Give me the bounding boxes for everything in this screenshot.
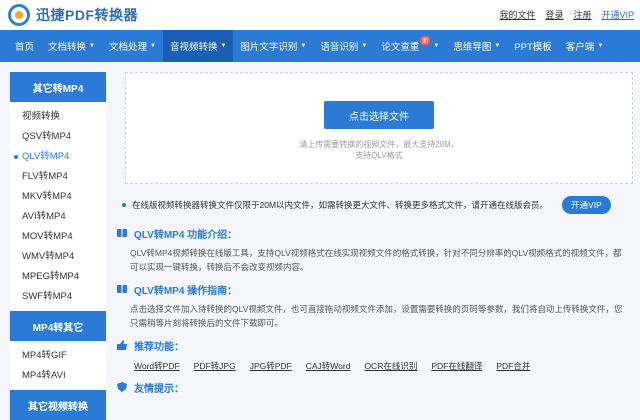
sidebar-item[interactable]: MP4转AVI: [10, 366, 106, 386]
brand-logo[interactable]: 迅捷PDF转换器: [8, 4, 138, 26]
intro-title: QLV转MP4 功能介绍：: [116, 224, 634, 242]
sidebar-item[interactable]: AVI转MP4: [10, 207, 106, 227]
main-content: 点击选择文件 请上传需要转换的视频文件，最大支持20M， 支持QLV格式 在线版…: [116, 72, 634, 396]
nav-image-ocr[interactable]: 图片文字识别 ▼: [233, 30, 313, 62]
rec-link[interactable]: OCR在线识别: [364, 360, 417, 372]
intro-text: QLV转MP4视频转换在线版工具，支持QLV视频格式在线实现视频文件的格式转换，…: [130, 248, 622, 272]
notice-text: 在线版视频转换器转换文件仅限于20M以内文件，如需转换更大文件、转换更多格式文件…: [132, 200, 549, 210]
thumbs-up-icon: [117, 340, 127, 350]
rec-link[interactable]: JPG转PDF: [250, 360, 292, 372]
upload-hint-line: 请上传需要转换的视频文件，最大支持20M，: [299, 140, 459, 149]
rec-link[interactable]: PDF转JPG: [194, 360, 236, 372]
sidebar-item[interactable]: WMV转MP4: [10, 247, 106, 267]
guide-title: QLV转MP4 操作指南：: [116, 280, 634, 298]
nav-mindmap[interactable]: 思维导图 ▼: [446, 30, 507, 62]
rec-link[interactable]: CAJ转Word: [306, 360, 351, 372]
nav-label: PPT模板: [514, 42, 552, 53]
open-vip-button[interactable]: 开通VIP: [562, 196, 611, 214]
sidebar-item[interactable]: MP4转GIF: [10, 346, 106, 366]
register-link[interactable]: 注册: [573, 8, 591, 21]
upload-hint: 请上传需要转换的视频文件，最大支持20M， 支持QLV格式: [299, 139, 459, 161]
sidebar-group-title: 其它转MP4: [10, 72, 106, 102]
sidebar: 其它转MP4 视频转换 QSV转MP4 QLV转MP4 FLV转MP4 MKV转…: [10, 72, 106, 420]
top-links: 我的文件 登录 注册 开通VIP: [499, 8, 634, 21]
nav-doc-convert[interactable]: 文档转换 ▼: [41, 30, 102, 62]
nav-doc-process[interactable]: 文档处理 ▼: [102, 30, 163, 62]
section-title-text: 友情提示：: [134, 383, 184, 395]
nav-label: 首页: [15, 42, 35, 53]
section-title-text: QLV转MP4 功能介绍：: [134, 229, 238, 241]
section-title-text: 推荐功能：: [134, 341, 184, 353]
sidebar-item-current[interactable]: QLV转MP4: [10, 147, 106, 167]
nav-label: 文档转换: [48, 42, 87, 53]
sidebar-item[interactable]: QSV转MP4: [10, 127, 106, 147]
nav-label: 思维导图: [453, 42, 492, 53]
brand-name: 迅捷PDF转换器: [36, 7, 138, 23]
sidebar-item[interactable]: MKV转MP4: [10, 187, 106, 207]
caret-down-icon: ▼: [597, 43, 604, 49]
rec-link[interactable]: Word转PDF: [134, 360, 180, 372]
caret-down-icon: ▼: [361, 43, 368, 49]
caret-down-icon: ▼: [300, 43, 307, 49]
sidebar-list: 视频转换 QSV转MP4 QLV转MP4 FLV转MP4 MKV转MP4 AVI…: [10, 102, 106, 311]
tips-title: 友情提示：: [116, 378, 634, 396]
open-vip-link[interactable]: 开通VIP: [601, 8, 634, 21]
upload-hint-line: 支持QLV格式: [355, 151, 403, 160]
sidebar-item[interactable]: FLV转MP4: [10, 167, 106, 187]
sidebar-item[interactable]: 视频转换: [10, 107, 106, 127]
caret-down-icon: ▼: [494, 43, 501, 49]
sidebar-group-title: MP4转其它: [10, 311, 106, 341]
top-bar: 迅捷PDF转换器 我的文件 登录 注册 开通VIP: [0, 0, 640, 30]
caret-down-icon: ▼: [433, 43, 440, 49]
nav-label: 音视频转换: [169, 42, 218, 53]
new-badge: 新: [420, 35, 431, 45]
caret-down-icon: ▼: [220, 43, 227, 49]
book-icon: [117, 229, 127, 237]
nav-client[interactable]: 客户端 ▼: [559, 30, 610, 62]
sidebar-item[interactable]: SWF转MP4: [10, 287, 106, 307]
book-icon: [117, 285, 127, 293]
sidebar-item[interactable]: MOV转MP4: [10, 227, 106, 247]
sidebar-list: MP4转GIF MP4转AVI: [10, 341, 106, 390]
rec-link[interactable]: PDF在线翻译: [431, 360, 482, 372]
main-nav: 首页 文档转换 ▼ 文档处理 ▼ 音视频转换 ▼ 图片文字识别 ▼ 语音识别 ▼ 论文查重…: [0, 30, 640, 62]
nav-label: 客户端: [565, 42, 595, 53]
section-title-text: QLV转MP4 操作指南：: [134, 285, 238, 297]
nav-label: 文档处理: [108, 42, 147, 53]
nav-thesis-check[interactable]: 论文查重新 ▼: [374, 30, 446, 62]
vip-notice: 在线版视频转换器转换文件仅限于20M以内文件，如需转换更大文件、转换更多格式文件…: [116, 192, 634, 218]
sidebar-group-title: 其它视频转换: [10, 390, 106, 420]
recommend-title: 推荐功能：: [116, 336, 634, 354]
nav-label: 语音识别: [320, 42, 359, 53]
rec-link[interactable]: PDF合并: [496, 360, 530, 372]
login-link[interactable]: 登录: [545, 8, 563, 21]
nav-ppt[interactable]: PPT模板: [507, 30, 558, 62]
my-files-link[interactable]: 我的文件: [499, 8, 535, 21]
caret-down-icon: ▼: [89, 43, 95, 49]
nav-label: 图片文字识别: [240, 42, 298, 53]
nav-home[interactable]: 首页: [8, 30, 41, 62]
select-file-button[interactable]: 点击选择文件: [324, 101, 434, 129]
sidebar-item[interactable]: MPEG转MP4: [10, 267, 106, 287]
recommend-links: Word转PDF PDF转JPG JPG转PDF CAJ转Word OCR在线识…: [116, 360, 634, 372]
nav-speech[interactable]: 语音识别 ▼: [313, 30, 374, 62]
caret-down-icon: ▼: [150, 43, 156, 49]
guide-text: 点击选择文件加入待转换的QLV视频文件，也可直接拖动视频文件添加，设置需要转换的…: [130, 304, 623, 328]
shield-icon: [117, 382, 127, 392]
logo-icon: [8, 4, 30, 26]
upload-dropzone[interactable]: 点击选择文件 请上传需要转换的视频文件，最大支持20M， 支持QLV格式: [125, 72, 633, 184]
bullet-icon: [122, 203, 126, 207]
nav-av-convert[interactable]: 音视频转换 ▼: [162, 30, 234, 62]
nav-label: 论文查重: [381, 42, 420, 53]
